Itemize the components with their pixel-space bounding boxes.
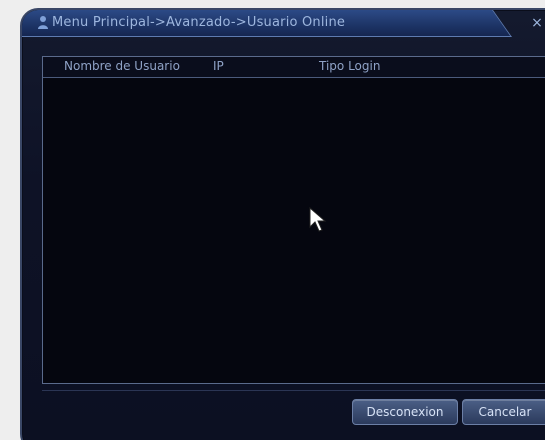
pointer-cursor-icon [309, 207, 327, 232]
disconnect-button[interactable]: Desconexion [352, 399, 458, 425]
online-users-dialog: Menu Principal->Avanzado->Usuario Online… [20, 8, 545, 440]
title-bar: Menu Principal->Avanzado->Usuario Online [22, 10, 452, 37]
online-users-list[interactable]: Nombre de Usuario IP Tipo Login [42, 56, 545, 384]
list-header: Nombre de Usuario IP Tipo Login [43, 57, 545, 78]
cancel-button[interactable]: Cancelar [462, 399, 545, 425]
screen: Menu Principal->Avanzado->Usuario Online… [0, 0, 545, 440]
user-icon [38, 16, 48, 29]
column-header-login-type[interactable]: Tipo Login [319, 59, 380, 73]
column-header-username[interactable]: Nombre de Usuario [64, 59, 180, 73]
close-icon[interactable]: × [528, 14, 545, 32]
column-header-ip[interactable]: IP [213, 59, 224, 73]
footer-divider [42, 390, 545, 391]
window-title: Menu Principal->Avanzado->Usuario Online [52, 15, 346, 30]
